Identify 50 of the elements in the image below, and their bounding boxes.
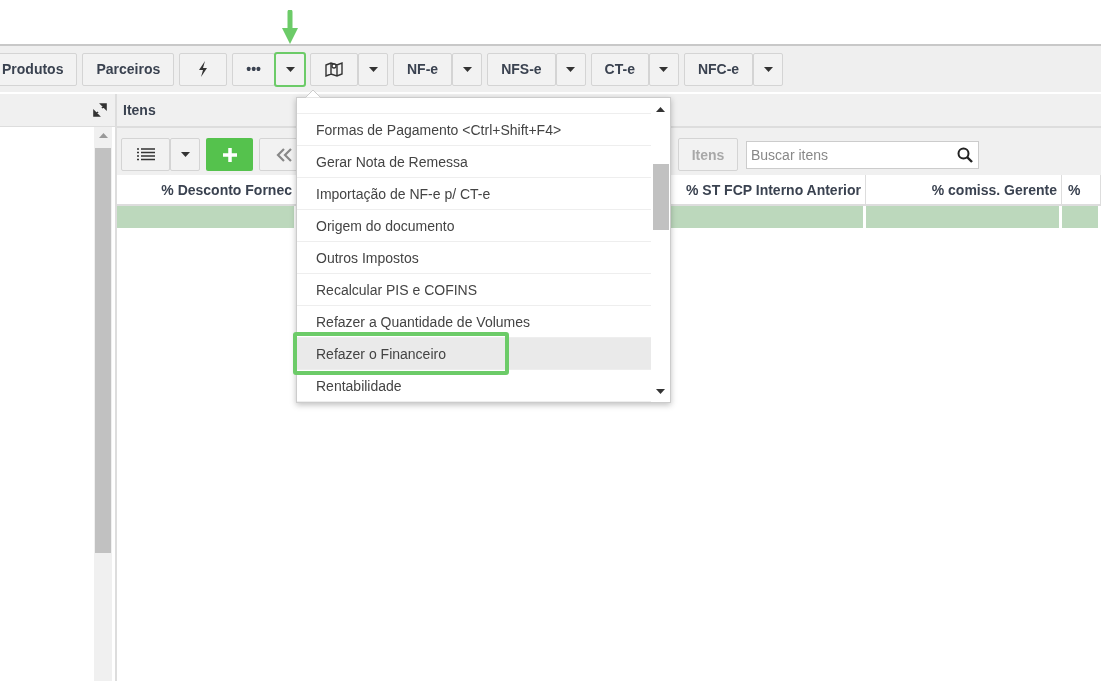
menu-item[interactable]: Rentabilidade [297,370,651,402]
dropdown-button[interactable] [275,52,305,86]
scroll-down-icon[interactable] [656,389,665,394]
scrollbar-thumb[interactable] [652,164,669,230]
search-field[interactable]: Buscar itens [746,140,979,169]
toolbar-button[interactable]: Parceiros [82,52,175,86]
menu-item[interactable]: Importação de NF-e p/ CT-e [297,178,651,210]
column-header[interactable]: % [1062,175,1101,204]
menu-item[interactable]: Outros Impostos [297,242,651,274]
menu-item[interactable]: Recalcular PIS e COFINS [297,274,651,306]
add-button[interactable] [206,138,253,171]
menu-item[interactable]: Refazer o Financeiro [297,338,651,370]
caret-icon [285,66,295,72]
menu-item[interactable]: Gerar Nota de Remessa [297,146,651,178]
list-view-button[interactable] [121,138,170,171]
dropdown-button[interactable] [452,52,483,86]
lightning-icon [198,61,209,77]
toolbar-button[interactable]: NFC-e [683,52,754,86]
scroll-up-icon[interactable] [656,107,665,112]
caret-icon [763,66,773,72]
action-button[interactable] [179,52,228,86]
scrollbar-thumb[interactable] [95,148,111,553]
caret-icon [368,66,378,72]
dropdown-button[interactable] [358,52,388,86]
toolbar-button[interactable]: Produtos [0,52,78,86]
expand-icon[interactable] [93,103,107,117]
menu-item[interactable]: Formas de Pagamento <Ctrl+Shift+F4> [297,114,651,146]
double-chevron-icon [275,147,292,162]
map-icon [325,61,343,77]
scrollbar[interactable] [94,127,112,681]
plus-icon [221,146,238,163]
column-header[interactable]: % comiss. Gerente [866,175,1062,204]
toolbar-button[interactable]: CT-e [590,52,649,86]
dropdown-button[interactable] [753,52,784,86]
map-button[interactable] [310,52,358,86]
panel-title: Itens [123,102,156,118]
list-icon [136,148,155,161]
dropdown-button[interactable] [170,138,200,171]
toolbar-button[interactable]: NFS-e [487,52,556,86]
dropdown-button[interactable] [648,52,679,86]
annotation-arrow [282,9,298,46]
caret-icon [462,66,472,72]
caret-icon [566,66,576,72]
toolbar-button[interactable]: NF-e [393,52,453,86]
dropdown-button[interactable] [555,52,586,86]
search-icon[interactable] [957,146,973,163]
caret-icon [659,66,669,72]
menu-item[interactable]: Origem do documento [297,210,651,242]
caret-icon [180,152,190,157]
toolbar-button[interactable]: ••• [232,52,275,86]
